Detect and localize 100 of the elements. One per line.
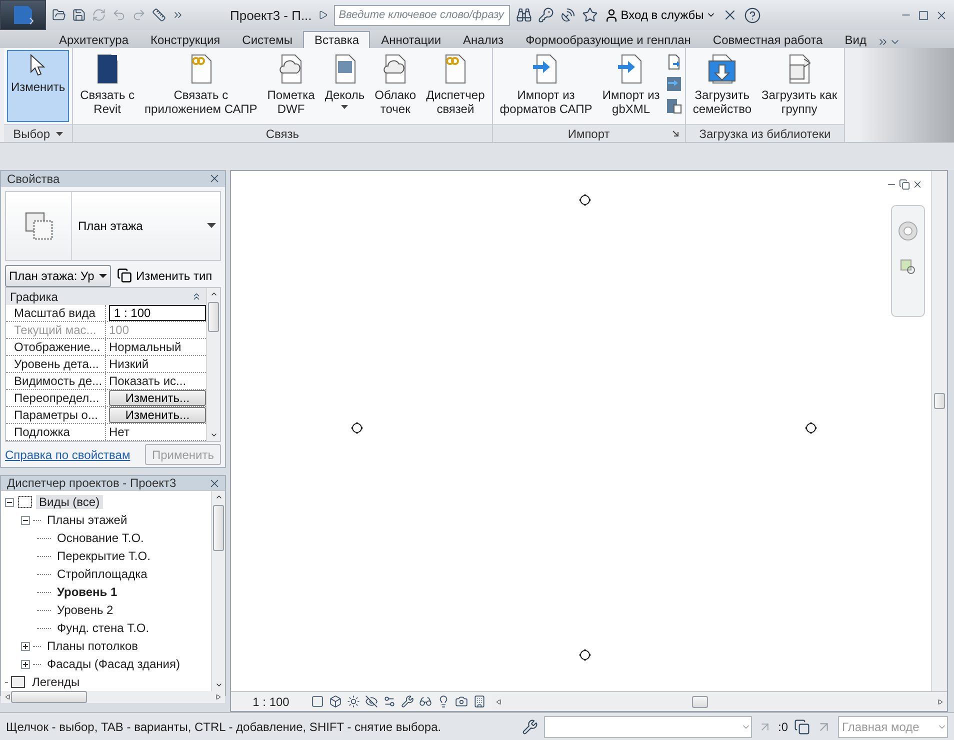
elevation-marker[interactable] <box>579 193 591 207</box>
ribbon-button[interactable]: Импорт из форматов САПР <box>496 50 596 122</box>
ribbon-button[interactable]: Импорт из gbXML <box>598 50 664 122</box>
scroll-left-icon[interactable] <box>5 694 11 700</box>
tree-item[interactable]: Уровень 1 <box>54 585 120 599</box>
tree-item[interactable]: Перекрытие Т.О. <box>54 549 154 563</box>
window-title: Проект3 - П... <box>230 8 312 22</box>
scroll-up-icon[interactable] <box>214 493 222 501</box>
file-arrow-icon[interactable] <box>666 54 682 70</box>
open-folder-icon[interactable] <box>52 8 66 22</box>
tree-item[interactable]: Фасады (Фасад здания) <box>44 657 183 671</box>
scrollbar[interactable] <box>206 288 220 441</box>
ribbon-tab[interactable]: Совместная работа <box>702 31 834 48</box>
caret-icon <box>207 223 216 228</box>
scroll-right-icon[interactable] <box>215 694 221 700</box>
ribbon-button[interactable]: Изменить <box>7 50 70 122</box>
tree-item[interactable]: Стройплощадка <box>54 567 150 581</box>
instance-filter-dropdown[interactable]: План этажа: Ур <box>5 264 111 287</box>
restore-icon[interactable] <box>899 179 910 190</box>
ribbon-tab[interactable]: Анализ <box>452 31 515 48</box>
edit-type-button[interactable]: Изменить тип <box>117 268 212 284</box>
tree-item[interactable]: Основание Т.О. <box>54 531 147 545</box>
elevation-marker[interactable] <box>351 421 363 435</box>
panel-title: Импорт <box>568 126 610 140</box>
property-name: Переопредел... <box>6 390 106 406</box>
close-icon[interactable] <box>912 179 923 190</box>
scrollbar[interactable] <box>211 491 225 691</box>
key-icon[interactable] <box>538 7 554 23</box>
ribbon-button[interactable]: Загрузить семейство <box>688 50 756 122</box>
view-scale[interactable]: 1 : 100 <box>231 694 311 708</box>
search-field[interactable]: Введите ключевое слово/фразу <box>334 4 510 26</box>
scroll-thumb[interactable] <box>208 302 219 332</box>
launcher-icon[interactable] <box>672 130 679 137</box>
scroll-left-icon[interactable] <box>496 698 502 704</box>
scroll-down-icon[interactable] <box>210 431 218 439</box>
scroll-up-icon[interactable] <box>210 290 218 298</box>
ribbon-tab[interactable]: Вставка <box>303 31 370 48</box>
ribbon-button[interactable]: Облако точек <box>370 50 420 122</box>
more-tabs-icon[interactable] <box>877 36 890 48</box>
tree-item[interactable]: Фунд. стена Т.О. <box>54 621 152 635</box>
caret-icon[interactable] <box>56 132 63 136</box>
ribbon-button[interactable]: Диспетчер связей <box>422 50 489 122</box>
tree-item[interactable]: Легенды <box>29 675 83 689</box>
help-link[interactable]: Справка по свойствам <box>5 448 130 462</box>
tree-item[interactable]: Виды (все) <box>36 495 103 509</box>
app-menu-button[interactable] <box>0 0 46 30</box>
user-icon <box>604 8 619 22</box>
scroll-thumb[interactable] <box>11 691 87 703</box>
visual-style-icon[interactable] <box>329 695 342 708</box>
scale-input[interactable]: 1 : 100 <box>109 305 206 321</box>
scroll-thumb[interactable] <box>213 505 224 551</box>
panel-title: Диспетчер проектов - Проект3 <box>7 476 176 490</box>
ribbon-tab[interactable]: Формообразующие и генплан <box>514 31 702 48</box>
collapse-icon[interactable] <box>21 516 30 524</box>
save-icon[interactable] <box>72 8 86 22</box>
elevation-marker[interactable] <box>579 648 591 662</box>
sign-in-button[interactable]: Вход в службы <box>604 8 716 22</box>
tree-item[interactable]: Планы этажей <box>44 513 130 527</box>
satellite-dish-icon[interactable] <box>560 7 576 23</box>
scroll-thumb[interactable] <box>934 393 945 409</box>
ribbon-tab[interactable]: Архитектура <box>48 31 140 48</box>
maximize-icon[interactable] <box>918 10 929 20</box>
zoom-icon[interactable] <box>899 258 917 276</box>
panel-title: Свойства <box>7 172 60 186</box>
caret-icon <box>341 105 348 109</box>
type-selector[interactable]: План этажа <box>5 190 221 261</box>
collapse-group-icon[interactable] <box>191 291 202 302</box>
search-icon[interactable] <box>516 7 532 23</box>
elevation-marker[interactable] <box>805 421 817 435</box>
sun-path-icon[interactable] <box>347 695 360 708</box>
edit-button[interactable]: Изменить... <box>109 390 206 406</box>
ribbon-tab[interactable]: Вид <box>834 31 878 48</box>
ribbon-button[interactable]: Пометка DWF <box>263 50 319 122</box>
workset-field[interactable] <box>544 716 752 738</box>
help-icon[interactable] <box>744 6 761 24</box>
expand-arrow-icon[interactable] <box>318 10 328 20</box>
property-value: Низкий <box>108 356 150 372</box>
ribbon-button[interactable]: Деколь <box>320 50 369 122</box>
expand-icon[interactable] <box>21 660 30 668</box>
expand-icon[interactable] <box>21 642 30 650</box>
property-name: Параметры о... <box>6 407 106 423</box>
ribbon-button[interactable]: Связать с Revit <box>76 50 139 122</box>
scroll-down-icon[interactable] <box>214 681 222 689</box>
ribbon-tab[interactable]: Аннотации <box>370 31 452 48</box>
measure-icon[interactable] <box>152 8 166 22</box>
edit-button[interactable]: Изменить... <box>109 407 206 423</box>
star-icon[interactable] <box>582 7 598 23</box>
scroll-right-icon[interactable] <box>937 698 943 704</box>
group-header: Графика <box>10 290 58 304</box>
scrollbar[interactable] <box>931 171 947 691</box>
tree-item[interactable]: Уровень 2 <box>54 603 116 617</box>
ribbon-tab[interactable]: Конструкция <box>140 31 232 48</box>
more-icon[interactable] <box>172 9 184 21</box>
ribbon-button[interactable]: Загрузить как группу <box>758 50 842 122</box>
ribbon-tab[interactable]: Системы <box>231 31 304 48</box>
ribbon-button[interactable]: Связать с приложением САПР <box>140 50 262 122</box>
tree-item[interactable]: Планы потолков <box>44 639 142 653</box>
scrollbar[interactable] <box>1 691 225 703</box>
scroll-thumb[interactable] <box>692 696 708 708</box>
collapse-icon[interactable] <box>5 498 14 506</box>
